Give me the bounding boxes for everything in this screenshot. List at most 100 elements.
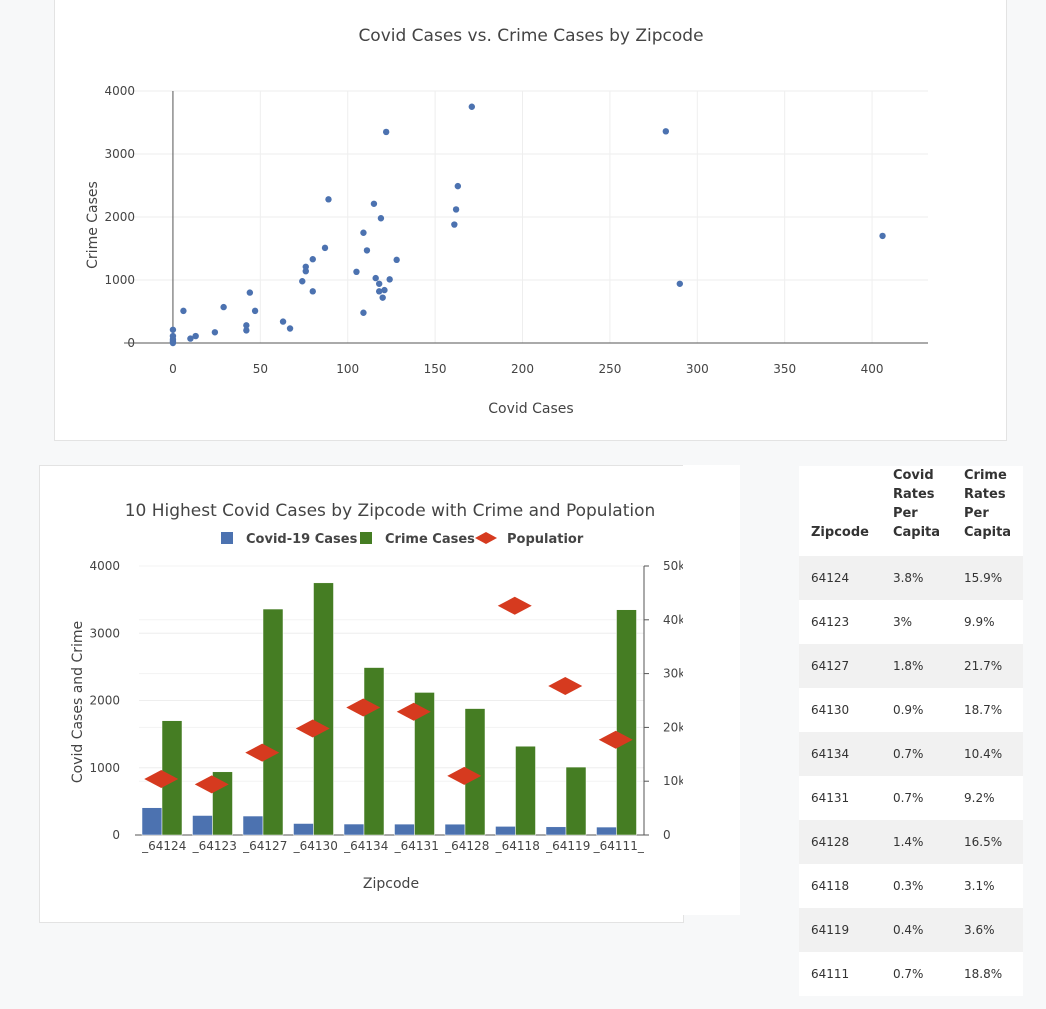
- scatter-point[interactable]: [360, 309, 367, 316]
- scatter-x-tick-label: 150: [424, 362, 447, 376]
- scatter-x-tick-label: 350: [773, 362, 796, 376]
- scatter-point[interactable]: [243, 322, 250, 329]
- scatter-point[interactable]: [377, 215, 385, 222]
- crime-rate-cell: 21.7%: [952, 644, 1024, 688]
- legend-label-crime: Crime Cases: [385, 532, 475, 547]
- scatter-point[interactable]: [325, 196, 332, 203]
- scatter-x-tick-label: 250: [598, 362, 621, 376]
- bar-y2-tick-label: 20k: [663, 720, 685, 734]
- crime-rate-cell: 18.7%: [952, 688, 1024, 732]
- table-row: 64128 1.4% 16.5%: [799, 820, 1024, 864]
- scatter-point[interactable]: [251, 307, 259, 315]
- scatter-point[interactable]: [192, 332, 199, 340]
- scatter-point[interactable]: [676, 280, 684, 287]
- bar-y2-tick-label: 10k: [663, 774, 685, 788]
- crime-rate-cell: 9.2%: [952, 776, 1024, 820]
- scatter-y-tick-label: 4000: [104, 84, 135, 98]
- scatter-x-axis-title: Covid Cases: [488, 401, 573, 417]
- scatter-point[interactable]: [353, 268, 360, 276]
- scatter-point[interactable]: [299, 278, 306, 285]
- scatter-point[interactable]: [662, 128, 670, 135]
- covid-bar[interactable]: [495, 826, 516, 836]
- crime-rate-cell: 3.6%: [952, 908, 1024, 952]
- covid-bar[interactable]: [545, 826, 567, 836]
- scatter-point[interactable]: [363, 247, 371, 254]
- population-marker[interactable]: [548, 676, 583, 695]
- covid-rate-cell: 0.7%: [880, 952, 953, 996]
- scatter-x-tick-label: 100: [336, 362, 359, 376]
- zipcode-cell: 64131: [799, 776, 881, 820]
- scatter-point[interactable]: [220, 303, 227, 311]
- bar-y2-tick-label: 40k: [663, 613, 685, 627]
- rates-per-capita-table: Zipcode Covid Rates Per Capita Crime Rates Pe…: [799, 466, 1024, 996]
- scatter-point[interactable]: [379, 294, 386, 301]
- scatter-chart[interactable]: 0 50 100 150 200 250 300 350 4000 1000 2000 3000 400…: [55, 0, 1008, 442]
- bar-y-tick-label: 3000: [89, 626, 120, 640]
- zipcode-cell: 64111: [799, 952, 881, 996]
- crime-bar[interactable]: [616, 609, 637, 836]
- crime-rate-cell: 18.8%: [952, 952, 1024, 996]
- crime-rate-cell: 10.4%: [952, 732, 1024, 776]
- table-row: 64124 3.8% 15.9%: [799, 556, 1024, 600]
- zipcode-cell: 64134: [799, 732, 881, 776]
- population-marker[interactable]: [497, 596, 532, 615]
- scatter-point[interactable]: [246, 289, 254, 296]
- table-header-word: Covid: [892, 468, 934, 483]
- scatter-point[interactable]: [375, 280, 383, 287]
- bar-x-tick-label: _64130: [293, 839, 338, 853]
- covid-bar[interactable]: [444, 823, 466, 836]
- covid-bar[interactable]: [394, 823, 415, 836]
- scatter-point[interactable]: [382, 128, 390, 136]
- scatter-point[interactable]: [454, 182, 462, 190]
- scatter-point[interactable]: [279, 318, 287, 325]
- table-row: 64118 0.3% 3.1%: [799, 864, 1024, 908]
- crime-rate-cell: 16.5%: [952, 820, 1024, 864]
- table-row: 64111 0.7% 18.8%: [799, 952, 1024, 996]
- crime-bar[interactable]: [313, 582, 334, 836]
- scatter-point[interactable]: [211, 329, 219, 336]
- bar-title: 10 Highest Covid Cases by Zipcode with C…: [125, 501, 656, 521]
- scatter-point[interactable]: [451, 221, 458, 228]
- table-header-word: Rates: [892, 487, 935, 502]
- zipcode-cell: 64130: [799, 688, 881, 732]
- scatter-point[interactable]: [169, 332, 177, 340]
- table-header-word: Crime: [964, 468, 1007, 483]
- covid-bar[interactable]: [192, 815, 213, 836]
- scatter-point[interactable]: [468, 103, 476, 110]
- legend-swatch-crime: [360, 532, 372, 544]
- scatter-point[interactable]: [309, 288, 316, 295]
- covid-bar[interactable]: [242, 815, 264, 836]
- crime-bar[interactable]: [515, 745, 536, 836]
- bar-y-tick-label: 0: [112, 828, 120, 842]
- scatter-point[interactable]: [386, 276, 393, 283]
- crime-bar[interactable]: [262, 608, 284, 836]
- bar-chart[interactable]: 0 1000 2000 3000 4000 0 10k 20k 30k 40k 50k _64124 _…: [40, 466, 741, 924]
- scatter-point[interactable]: [169, 326, 177, 333]
- legend-swatch-covid: [221, 532, 233, 544]
- crime-bar[interactable]: [363, 667, 385, 836]
- covid-bar[interactable]: [596, 826, 617, 836]
- scatter-point[interactable]: [309, 256, 316, 263]
- scatter-point[interactable]: [286, 325, 294, 332]
- scatter-point[interactable]: [302, 263, 309, 270]
- scatter-point[interactable]: [393, 256, 400, 264]
- scatter-point[interactable]: [321, 244, 329, 252]
- scatter-point[interactable]: [372, 274, 379, 282]
- scatter-x-tick-label: 400: [861, 362, 884, 376]
- covid-bar[interactable]: [141, 807, 163, 836]
- covid-rate-cell: 0.3%: [880, 864, 953, 908]
- scatter-point[interactable]: [381, 286, 388, 294]
- scatter-point[interactable]: [360, 229, 367, 236]
- bar-x-tick-label: _64119: [545, 839, 590, 853]
- crime-bar[interactable]: [565, 766, 587, 836]
- bar-y2-tick-label: 30k: [663, 667, 685, 681]
- table-header-word: Zipcode: [811, 525, 869, 540]
- covid-bar[interactable]: [293, 823, 314, 836]
- covid-bar[interactable]: [343, 823, 365, 836]
- scatter-point[interactable]: [370, 200, 378, 207]
- scatter-point[interactable]: [180, 307, 187, 315]
- scatter-title: Covid Cases vs. Crime Cases by Zipcode: [358, 26, 703, 46]
- scatter-point[interactable]: [452, 206, 460, 213]
- table-row: 64134 0.7% 10.4%: [799, 732, 1024, 776]
- scatter-point[interactable]: [879, 232, 886, 240]
